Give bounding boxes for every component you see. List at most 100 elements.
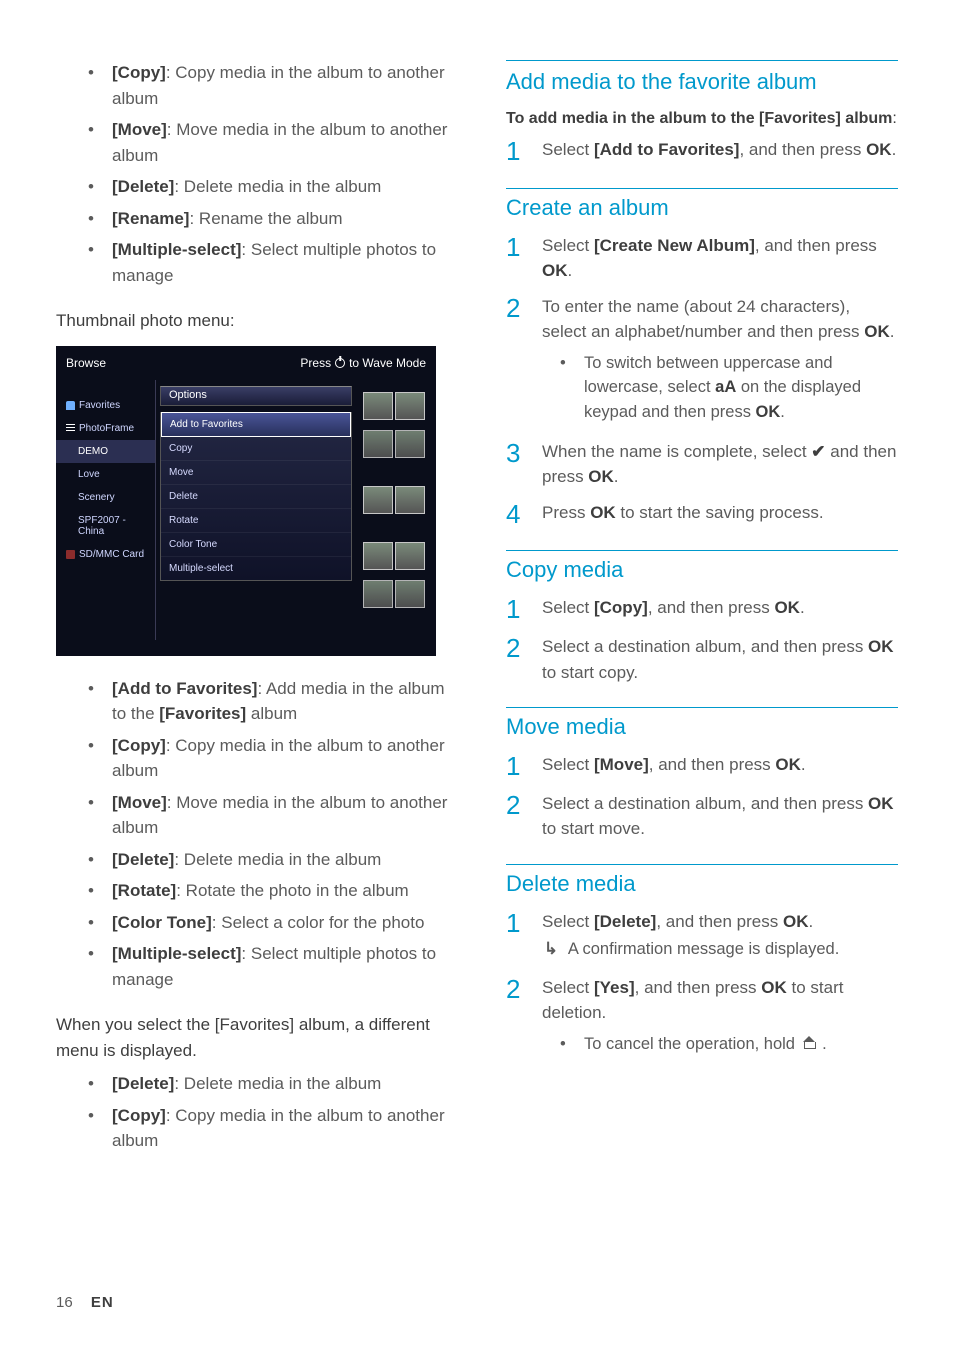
step-text: Select a destination album, and then pre… (542, 791, 898, 842)
step-text: Select [Delete], and then press OK. (542, 909, 898, 935)
step-text: When the name is complete, select ✔ and … (542, 439, 898, 490)
home-icon (802, 1039, 816, 1049)
list-item: [Add to Favorites]: Add media in the alb… (88, 676, 448, 727)
step: 2 Select [Yes], and then press OK to sta… (506, 975, 898, 1061)
page-number: 16 (56, 1294, 73, 1311)
section-heading-copy-media: Copy media (506, 550, 898, 583)
ss-nav-item: Favorites (56, 394, 155, 417)
ss-nav-item: SD/MMC Card (56, 543, 155, 566)
left-column: [Copy]: Copy media in the album to anoth… (56, 60, 458, 1174)
ss-nav-item: DEMO (56, 440, 155, 463)
intro-add-media: To add media in the album to the [Favori… (506, 107, 898, 131)
screenshot-left-nav: Favorites PhotoFrame DEMO Love Scenery S… (56, 380, 156, 640)
result-line: ↳A confirmation message is displayed. (544, 937, 898, 962)
step-text: Select [Add to Favorites], and then pres… (542, 137, 898, 166)
step: 2 Select a destination album, and then p… (506, 634, 898, 685)
step-text: Select a destination album, and then pre… (542, 634, 898, 685)
list-item: [Delete]: Delete media in the album (88, 847, 448, 873)
steps-copy-media: 1 Select [Copy], and then press OK. 2 Se… (506, 595, 898, 685)
thumbnail (363, 430, 393, 458)
step: 1 Select [Create New Album], and then pr… (506, 233, 898, 284)
section-heading-move-media: Move media (506, 707, 898, 740)
item-label: [Rename] (112, 209, 189, 228)
item-desc: : Delete media in the album (174, 177, 381, 196)
power-icon (335, 358, 345, 368)
substep: To cancel the operation, hold . (560, 1032, 898, 1057)
list-item: [Rotate]: Rotate the photo in the album (88, 878, 448, 904)
step-text: Select [Create New Album], and then pres… (542, 233, 898, 284)
list-item: [Copy]: Copy media in the album to anoth… (88, 60, 448, 111)
thumbnail (363, 542, 393, 570)
step-number: 4 (506, 500, 528, 529)
step-text: Select [Copy], and then press OK. (542, 595, 898, 624)
list-item: [Rename]: Rename the album (88, 206, 448, 232)
list-item: [Move]: Move media in the album to anoth… (88, 117, 448, 168)
steps-delete-media: 1 Select [Delete], and then press OK. ↳A… (506, 909, 898, 1061)
thumbnail (363, 392, 393, 420)
screenshot-options-panel: Options Add to Favorites Copy Move Delet… (156, 380, 356, 640)
ss-option: Rotate (161, 508, 351, 532)
heart-icon (66, 401, 75, 410)
step-number: 2 (506, 294, 528, 429)
ss-option: Copy (161, 436, 351, 460)
step: 4 Press OK to start the saving process. (506, 500, 898, 529)
screenshot-title: Browse (66, 356, 106, 370)
item-label: [Multiple-select] (112, 240, 241, 259)
step-text: Select [Yes], and then press OK to start… (542, 975, 898, 1061)
step-number: 2 (506, 634, 528, 685)
list-thumbnail-menu: [Add to Favorites]: Add media in the alb… (76, 676, 448, 993)
list-item: [Multiple-select]: Select multiple photo… (88, 941, 448, 992)
arrow-icon: ↳ (544, 937, 558, 962)
ss-option: Multiple-select (161, 556, 351, 580)
ss-nav-item: Scenery (56, 486, 155, 509)
thumbnail (395, 430, 425, 458)
steps-move-media: 1 Select [Move], and then press OK. 2 Se… (506, 752, 898, 842)
section-heading-delete-media: Delete media (506, 864, 898, 897)
screenshot-thumbs (356, 380, 432, 640)
list-item: [Delete]: Delete media in the album (88, 1071, 448, 1097)
section-heading-create-album: Create an album (506, 188, 898, 221)
thumbnail-menu-title: Thumbnail photo menu: (56, 308, 448, 334)
item-label: [Delete] (112, 177, 174, 196)
item-label: [Move] (112, 120, 167, 139)
list-icon (66, 424, 75, 433)
ss-option: Color Tone (161, 532, 351, 556)
thumbnail (395, 392, 425, 420)
section-heading-add-media: Add media to the favorite album (506, 69, 898, 95)
step-number: 1 (506, 595, 528, 624)
list-item: [Move]: Move media in the album to anoth… (88, 790, 448, 841)
step-number: 3 (506, 439, 528, 490)
thumbnail (395, 486, 425, 514)
ss-options-title: Options (160, 386, 352, 406)
ss-option: Add to Favorites (161, 412, 351, 437)
list-item: [Color Tone]: Select a color for the pho… (88, 910, 448, 936)
step-number: 1 (506, 752, 528, 781)
step-text: Press OK to start the saving process. (542, 500, 898, 529)
step: 1 Select [Add to Favorites], and then pr… (506, 137, 898, 166)
step: 1 Select [Delete], and then press OK. ↳A… (506, 909, 898, 965)
page-language: EN (91, 1294, 114, 1311)
steps-add-media: 1 Select [Add to Favorites], and then pr… (506, 137, 898, 166)
thumbnail (395, 580, 425, 608)
step-number: 1 (506, 233, 528, 284)
step-text: Select [Move], and then press OK. (542, 752, 898, 781)
storage-icon (66, 550, 75, 559)
step: 1 Select [Move], and then press OK. (506, 752, 898, 781)
step: 1 Select [Copy], and then press OK. (506, 595, 898, 624)
ss-nav-item: PhotoFrame (56, 417, 155, 440)
step-number: 1 (506, 137, 528, 166)
section-rule (506, 60, 898, 61)
step: 2 To enter the name (about 24 characters… (506, 294, 898, 429)
list-item: [Delete]: Delete media in the album (88, 174, 448, 200)
step: 3 When the name is complete, select ✔ an… (506, 439, 898, 490)
ss-option: Move (161, 460, 351, 484)
check-icon: ✔ (811, 442, 825, 461)
favorites-note: When you select the [Favorites] album, a… (56, 1012, 448, 1063)
screenshot-topbar: Browse Pressto Wave Mode (56, 346, 436, 380)
item-label: [Copy] (112, 63, 166, 82)
list-item: [Copy]: Copy media in the album to anoth… (88, 733, 448, 784)
step-number: 2 (506, 975, 528, 1061)
substeps: To switch between uppercase and lowercas… (560, 351, 898, 425)
screenshot-browse: Browse Pressto Wave Mode Favorites Photo… (56, 346, 436, 656)
screenshot-hint: Pressto Wave Mode (300, 356, 426, 370)
